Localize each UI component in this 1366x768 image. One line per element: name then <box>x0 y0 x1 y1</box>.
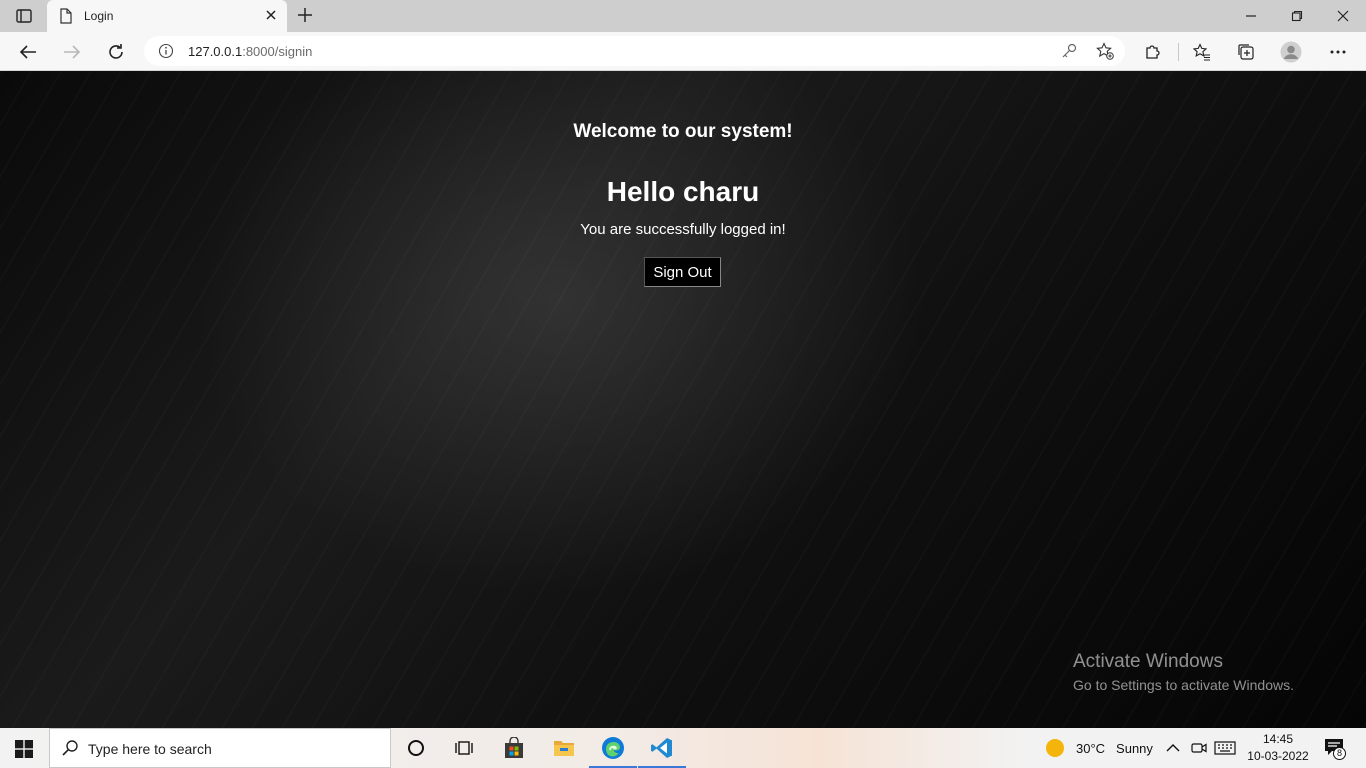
microsoft-store-icon[interactable] <box>490 728 538 768</box>
toolbar-separator <box>1178 43 1179 61</box>
browser-tab-login[interactable]: Login <box>47 0 287 32</box>
sun-icon <box>1046 739 1064 757</box>
tab-title: Login <box>84 9 114 23</box>
file-explorer-icon[interactable] <box>540 728 588 768</box>
site-info-icon[interactable] <box>158 43 174 59</box>
add-favorite-icon[interactable] <box>1096 42 1114 60</box>
taskbar-search-box[interactable]: Type here to search <box>49 728 391 768</box>
windows-start-icon[interactable] <box>15 740 33 758</box>
close-window-icon[interactable] <box>1333 6 1353 26</box>
clock-date: 10-03-2022 <box>1247 749 1309 763</box>
extensions-icon[interactable] <box>1142 41 1164 63</box>
weather-temperature: 30°C <box>1076 740 1106 756</box>
address-bar[interactable]: 127.0.0.1:8000/signin <box>144 36 1125 66</box>
more-options-icon[interactable] <box>1327 41 1349 63</box>
weather-condition: Sunny <box>1116 740 1153 756</box>
greeting-heading: Hello charu <box>606 176 760 207</box>
weather-widget[interactable]: 30°C Sunny <box>1046 728 1153 768</box>
tab-actions-icon[interactable] <box>12 6 36 26</box>
minimize-icon[interactable] <box>1241 6 1261 26</box>
url-path: :8000/signin <box>242 44 313 59</box>
login-success-message: You are successfully logged in! <box>580 221 786 238</box>
meet-now-icon[interactable] <box>1191 728 1207 768</box>
url-host: 127.0.0.1 <box>188 44 243 59</box>
new-tab-icon[interactable] <box>296 6 314 24</box>
profile-avatar-icon[interactable] <box>1280 41 1302 63</box>
clock-time: 14:45 <box>1262 732 1294 746</box>
activate-windows-watermark: Activate Windows Go to Settings to activ… <box>1073 651 1294 693</box>
edge-browser-icon[interactable] <box>589 728 637 768</box>
sign-out-button[interactable]: Sign Out <box>644 257 721 287</box>
url-text[interactable]: 127.0.0.1:8000/signin <box>188 44 312 59</box>
browser-tabstrip: Login <box>0 0 1366 32</box>
keyboard-icon[interactable] <box>1214 728 1236 768</box>
refresh-icon[interactable] <box>105 41 127 63</box>
windows-taskbar: Type here to search 30°C Sunny 14:45 10-… <box>0 728 1366 768</box>
vscode-icon[interactable] <box>638 728 686 768</box>
welcome-heading: Welcome to our system! <box>573 121 793 142</box>
back-arrow-icon[interactable] <box>17 41 39 63</box>
taskbar-clock[interactable]: 14:45 10-03-2022 <box>1243 731 1313 765</box>
notification-count: 8 <box>1333 747 1346 760</box>
search-placeholder: Type here to search <box>88 741 212 757</box>
page-content: Welcome to our system! Hello charu You a… <box>0 71 1366 728</box>
browser-toolbar: 127.0.0.1:8000/signin <box>0 32 1366 71</box>
search-icon <box>61 739 79 757</box>
watermark-line2: Go to Settings to activate Windows. <box>1073 677 1294 693</box>
show-hidden-icons-chevron-icon[interactable] <box>1166 728 1180 768</box>
task-view-icon[interactable] <box>440 728 488 768</box>
notification-center-icon[interactable]: 8 <box>1324 728 1346 768</box>
background-texture <box>0 71 1366 728</box>
tab-close-icon[interactable] <box>264 8 278 22</box>
watermark-line1: Activate Windows <box>1073 651 1223 672</box>
restore-icon[interactable] <box>1287 6 1307 26</box>
page-icon <box>59 8 73 24</box>
cortana-icon[interactable] <box>392 728 440 768</box>
key-icon[interactable] <box>1060 42 1078 60</box>
collections-icon[interactable] <box>1235 41 1257 63</box>
favorites-icon[interactable] <box>1191 41 1213 63</box>
forward-arrow-icon[interactable] <box>61 41 83 63</box>
